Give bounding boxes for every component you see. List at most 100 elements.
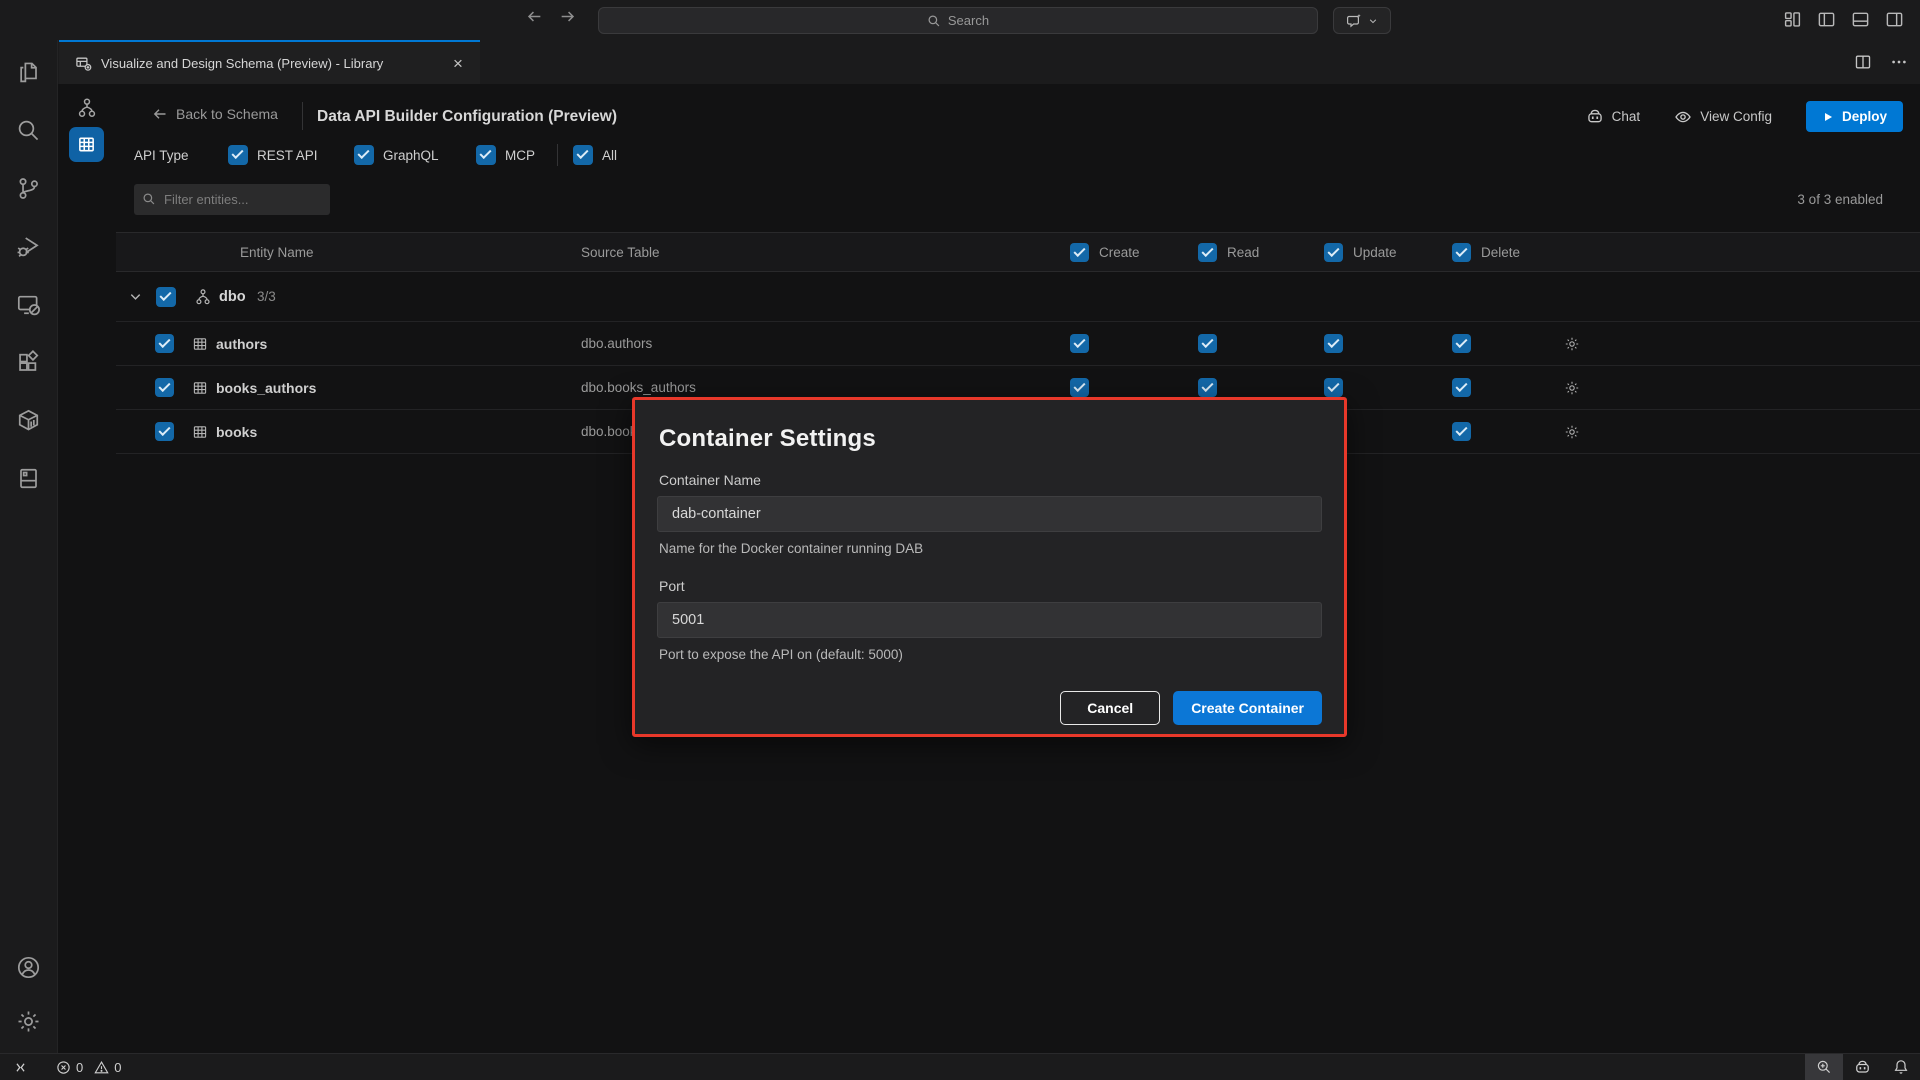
view-config-label: View Config <box>1700 109 1772 124</box>
col-source-table: Source Table <box>581 233 660 271</box>
nav-forward-icon[interactable] <box>559 8 576 25</box>
chevron-down-icon[interactable] <box>128 272 143 321</box>
tab-visualize-design-schema[interactable]: Visualize and Design Schema (Preview) - … <box>59 40 480 84</box>
table-grid-icon <box>192 366 208 409</box>
entity-source: dbo.authors <box>581 322 652 365</box>
checkbox-books-authors-delete[interactable] <box>1452 378 1471 397</box>
copilot-chat-icon <box>1346 13 1362 29</box>
nav-back-icon[interactable] <box>526 8 543 25</box>
checkbox-group-dbo[interactable] <box>156 287 176 307</box>
customize-layout-icon[interactable] <box>1783 10 1802 29</box>
source-control-icon[interactable] <box>13 172 45 204</box>
explorer-icon[interactable] <box>13 56 45 88</box>
error-count: 0 <box>76 1060 83 1075</box>
filter-entities-input[interactable] <box>134 184 330 215</box>
checkbox-books-authors-create[interactable] <box>1070 378 1089 397</box>
checkbox-entity-books-authors[interactable] <box>155 378 174 397</box>
eye-icon <box>1674 108 1692 126</box>
col-update: Update <box>1353 245 1397 260</box>
col-entity-name: Entity Name <box>240 233 314 271</box>
checkbox-books-authors-update[interactable] <box>1324 378 1343 397</box>
api-type-filter-row: API Type REST API GraphQL MCP All <box>116 139 1920 171</box>
tab-title: Visualize and Design Schema (Preview) - … <box>101 56 383 71</box>
checkbox-col-delete[interactable] <box>1452 243 1471 262</box>
dialog-title: Container Settings <box>659 425 1322 453</box>
graphql-label: GraphQL <box>383 139 439 171</box>
remote-indicator-icon[interactable] <box>13 1060 28 1075</box>
entity-name: books <box>216 410 257 453</box>
container-name-field[interactable] <box>657 496 1322 532</box>
command-center-search[interactable]: Search <box>598 7 1318 34</box>
checkbox-mcp[interactable] <box>476 139 496 171</box>
all-label: All <box>602 139 617 171</box>
zoom-indicator-icon[interactable] <box>1805 1054 1843 1080</box>
extensions-icon[interactable] <box>13 346 45 378</box>
entity-row-authors[interactable]: authors dbo.authors <box>116 322 1920 366</box>
api-type-label: API Type <box>134 139 189 171</box>
checkbox-col-update[interactable] <box>1324 243 1343 262</box>
activity-bar <box>0 40 58 1053</box>
col-create: Create <box>1099 245 1140 260</box>
problems-indicator[interactable]: 0 0 <box>56 1060 121 1075</box>
remote-explorer-icon[interactable] <box>13 288 45 320</box>
filter-separator <box>557 144 558 166</box>
port-help: Port to expose the API on (default: 5000… <box>659 647 1322 662</box>
checkbox-authors-create[interactable] <box>1070 334 1089 353</box>
checkbox-authors-read[interactable] <box>1198 334 1217 353</box>
container-settings-dialog: Container Settings Container Name Name f… <box>632 397 1347 737</box>
col-delete: Delete <box>1481 245 1520 260</box>
schema-group-row-dbo[interactable]: dbo 3/3 <box>116 272 1920 322</box>
copilot-status-icon[interactable] <box>1843 1054 1882 1080</box>
cancel-button[interactable]: Cancel <box>1060 691 1160 725</box>
checkbox-all[interactable] <box>573 139 593 171</box>
entity-name: authors <box>216 322 267 365</box>
checkbox-col-create[interactable] <box>1070 243 1089 262</box>
notifications-bell-icon[interactable] <box>1882 1054 1920 1080</box>
checkbox-entity-books[interactable] <box>155 422 174 441</box>
tab-close-icon[interactable]: × <box>448 53 468 73</box>
port-field[interactable] <box>657 602 1322 638</box>
toggle-panel-icon[interactable] <box>1851 10 1870 29</box>
copilot-chat-button[interactable] <box>1333 7 1391 34</box>
checkbox-books-authors-read[interactable] <box>1198 378 1217 397</box>
checkbox-graphql[interactable] <box>354 139 374 171</box>
containers-icon[interactable] <box>13 404 45 436</box>
row-settings-gear-icon[interactable] <box>1564 322 1580 365</box>
split-editor-icon[interactable] <box>1854 53 1872 71</box>
checkbox-rest-api[interactable] <box>228 139 248 171</box>
enabled-summary: 3 of 3 enabled <box>1797 192 1883 207</box>
title-bar: Search <box>0 0 1920 40</box>
schema-diagram-icon[interactable] <box>76 97 98 119</box>
checkbox-authors-update[interactable] <box>1324 334 1343 353</box>
view-config-button[interactable]: View Config <box>1674 108 1772 126</box>
table-header-row: Entity Name Source Table Create Read Upd… <box>116 232 1920 272</box>
toggle-secondary-sidebar-icon[interactable] <box>1885 10 1904 29</box>
group-name: dbo <box>219 272 246 321</box>
schema-designer-tab-icon <box>75 55 92 72</box>
toggle-primary-sidebar-icon[interactable] <box>1817 10 1836 29</box>
settings-gear-icon[interactable] <box>13 1005 45 1037</box>
table-grid-icon <box>192 322 208 365</box>
checkbox-col-read[interactable] <box>1198 243 1217 262</box>
checkbox-books-delete[interactable] <box>1452 422 1471 441</box>
deploy-button[interactable]: Deploy <box>1806 101 1903 132</box>
warning-icon <box>94 1060 109 1075</box>
container-name-help: Name for the Docker container running DA… <box>659 541 1322 556</box>
chat-button[interactable]: Chat <box>1586 108 1641 126</box>
checkbox-authors-delete[interactable] <box>1452 334 1471 353</box>
dab-config-rail-icon-active[interactable] <box>69 127 104 162</box>
row-settings-gear-icon[interactable] <box>1564 366 1580 409</box>
back-arrow-icon <box>152 106 168 122</box>
back-to-schema-link[interactable]: Back to Schema <box>152 106 278 122</box>
schema-icon <box>194 272 212 321</box>
run-debug-icon[interactable] <box>13 230 45 262</box>
create-container-button[interactable]: Create Container <box>1173 691 1322 725</box>
group-count: 3/3 <box>257 272 276 321</box>
database-icon[interactable] <box>13 462 45 494</box>
search-view-icon[interactable] <box>13 114 45 146</box>
vscode-window: Search <box>0 0 1920 1080</box>
row-settings-gear-icon[interactable] <box>1564 410 1580 453</box>
account-icon[interactable] <box>13 951 45 983</box>
more-actions-icon[interactable] <box>1890 53 1908 71</box>
checkbox-entity-authors[interactable] <box>155 334 174 353</box>
